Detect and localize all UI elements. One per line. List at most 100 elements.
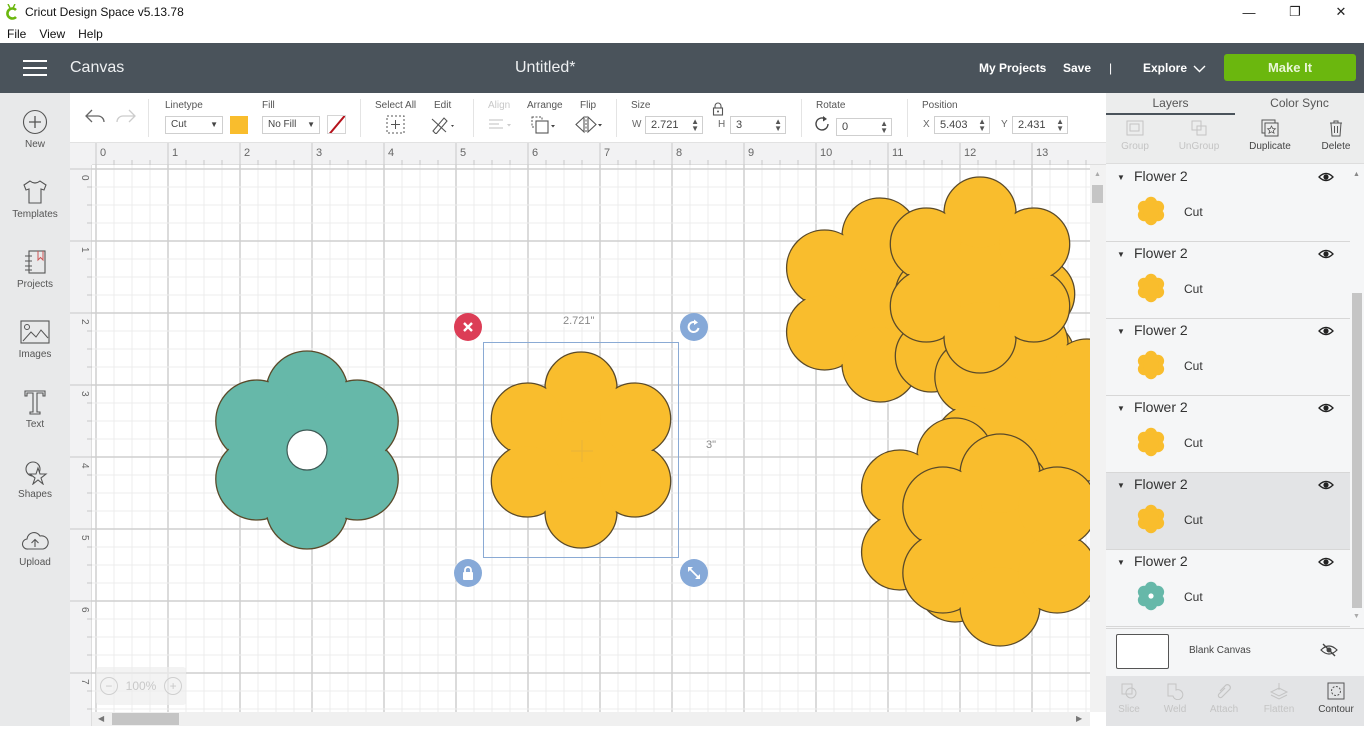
sidebar-item-upload[interactable]: Upload — [0, 529, 70, 589]
canvas-horizontal-scrollbar[interactable]: ◀ ▶ — [92, 712, 1090, 726]
tab-layers[interactable]: Layers — [1106, 93, 1235, 115]
chevron-down-icon[interactable] — [1193, 65, 1206, 73]
flower-shape[interactable] — [215, 350, 399, 550]
resize-handle[interactable] — [680, 559, 708, 587]
blank-canvas-swatch[interactable] — [1116, 634, 1169, 669]
delete-handle[interactable] — [454, 313, 482, 341]
sidebar-item-text[interactable]: Text — [0, 389, 70, 449]
make-it-button[interactable]: Make It — [1224, 54, 1356, 81]
eye-hidden-icon[interactable] — [1320, 643, 1338, 657]
sidebar-item-images[interactable]: Images — [0, 319, 70, 379]
eye-icon[interactable] — [1318, 325, 1334, 337]
fill-select[interactable]: No Fill ▼ — [262, 116, 320, 134]
save-link[interactable]: Save — [1063, 61, 1091, 75]
sidebar-item-shapes[interactable]: Shapes — [0, 459, 70, 519]
stepper-arrows-icon[interactable]: ▲ ▼ — [978, 118, 986, 133]
edit-tools-icon[interactable] — [430, 115, 458, 134]
blank-canvas-row[interactable]: Blank Canvas — [1106, 628, 1364, 676]
menu-file[interactable]: File — [7, 27, 26, 41]
expand-triangle-icon[interactable]: ▼ — [1117, 173, 1125, 182]
toolbar-divider — [616, 99, 617, 137]
explore-dropdown[interactable]: Explore — [1143, 61, 1187, 75]
height-input[interactable]: 3 ▲ ▼ — [730, 116, 786, 134]
redo-icon[interactable] — [115, 107, 137, 125]
eye-icon[interactable] — [1318, 479, 1334, 491]
linetype-color-swatch[interactable] — [230, 116, 248, 134]
layers-scrollbar[interactable]: ▲ ▼ — [1350, 165, 1364, 627]
undo-icon[interactable] — [84, 107, 106, 125]
ruler-tick-label: 2 — [244, 147, 250, 159]
canvas-vertical-scrollbar[interactable]: ▲ — [1090, 165, 1106, 712]
layer-row[interactable]: ▼ Flower 2 Cut — [1106, 165, 1350, 242]
stepper-arrows-icon[interactable]: ▲ ▼ — [691, 118, 699, 133]
size-label: Size — [631, 100, 651, 111]
layer-row[interactable]: ▼ Flower 2 Cut — [1106, 473, 1350, 550]
x-position-input[interactable]: 5.403 ▲ ▼ — [934, 116, 990, 134]
toolbar-divider — [148, 99, 149, 137]
width-input[interactable]: 2.721 ▲ ▼ — [645, 116, 703, 134]
hamburger-menu-icon[interactable] — [23, 60, 47, 78]
expand-triangle-icon[interactable]: ▼ — [1117, 327, 1125, 336]
eye-icon[interactable] — [1318, 248, 1334, 260]
stepper-arrows-icon[interactable]: ▲ ▼ — [1056, 118, 1064, 133]
expand-triangle-icon[interactable]: ▼ — [1117, 250, 1125, 259]
width-label: W — [632, 119, 642, 130]
scroll-left-arrow-icon[interactable]: ◀ — [98, 714, 104, 723]
lock-aspect-icon[interactable] — [710, 101, 726, 117]
tab-color-sync[interactable]: Color Sync — [1235, 93, 1364, 115]
document-title[interactable]: Untitled* — [515, 59, 575, 77]
expand-triangle-icon[interactable]: ▼ — [1117, 481, 1125, 490]
y-position-input[interactable]: 2.431 ▲ ▼ — [1012, 116, 1068, 134]
fill-value: No Fill — [268, 119, 297, 130]
lock-handle[interactable] — [454, 559, 482, 587]
linetype-select[interactable]: Cut ▼ — [165, 116, 223, 134]
flatten-label: Flatten — [1263, 704, 1295, 715]
delete-button[interactable]: Delete — [1304, 119, 1364, 152]
scroll-down-arrow-icon[interactable]: ▼ — [1353, 613, 1360, 620]
rotate-handle[interactable] — [680, 313, 708, 341]
minimize-button[interactable]: — — [1226, 0, 1272, 24]
maximize-button[interactable]: ❐ — [1272, 0, 1318, 24]
scroll-up-arrow-icon[interactable]: ▲ — [1353, 171, 1360, 178]
eye-icon[interactable] — [1318, 171, 1334, 183]
no-fill-swatch[interactable] — [327, 115, 346, 134]
layer-row[interactable]: ▼ Flower 2 Cut — [1106, 550, 1350, 627]
ruler-tick-label: 8 — [676, 147, 682, 159]
zoom-in-button[interactable]: + — [164, 677, 183, 695]
eye-icon[interactable] — [1318, 556, 1334, 568]
sidebar-label: Templates — [12, 209, 58, 220]
flatten-button: Flatten — [1247, 682, 1311, 715]
my-projects-link[interactable]: My Projects — [979, 61, 1046, 75]
expand-triangle-icon[interactable]: ▼ — [1117, 558, 1125, 567]
arrange-icon[interactable] — [530, 115, 558, 135]
weld-icon — [1167, 683, 1184, 700]
layer-row[interactable]: ▼ Flower 2 Cut — [1106, 396, 1350, 473]
sidebar-item-templates[interactable]: Templates — [0, 179, 70, 239]
expand-triangle-icon[interactable]: ▼ — [1117, 404, 1125, 413]
eye-icon[interactable] — [1318, 402, 1334, 414]
sidebar-item-projects[interactable]: Projects — [0, 249, 70, 309]
menu-view[interactable]: View — [39, 27, 65, 41]
layers-scroll-thumb[interactable] — [1352, 293, 1362, 608]
close-window-button[interactable]: ✕ — [1318, 0, 1364, 24]
scroll-up-arrow-icon[interactable]: ▲ — [1094, 171, 1101, 178]
duplicate-button[interactable]: Duplicate — [1238, 119, 1302, 152]
ungroup-button: UnGroup — [1167, 119, 1231, 152]
layer-row[interactable]: ▼ Flower 2 Cut — [1106, 242, 1350, 319]
zoom-out-button[interactable]: − — [99, 677, 118, 695]
vertical-scroll-thumb[interactable] — [1092, 185, 1103, 203]
select-all-icon[interactable] — [386, 115, 406, 134]
stepper-arrows-icon[interactable]: ▲ ▼ — [880, 120, 888, 135]
scroll-right-arrow-icon[interactable]: ▶ — [1076, 714, 1082, 723]
layer-row[interactable]: ▼ Flower 2 Cut — [1106, 319, 1350, 396]
sidebar-item-new[interactable]: New — [0, 109, 70, 169]
stepper-arrows-icon[interactable]: ▲ ▼ — [774, 118, 782, 133]
contour-button[interactable]: Contour — [1304, 682, 1364, 715]
horizontal-scroll-thumb[interactable] — [112, 713, 179, 725]
menu-help[interactable]: Help — [78, 27, 103, 41]
layer-thumbnail — [1137, 196, 1165, 226]
flip-icon[interactable] — [574, 115, 604, 134]
rotate-input[interactable]: 0 ▲ ▼ — [836, 118, 892, 136]
layer-name: Flower 2 — [1134, 322, 1188, 338]
sidebar-label: Images — [18, 349, 52, 360]
